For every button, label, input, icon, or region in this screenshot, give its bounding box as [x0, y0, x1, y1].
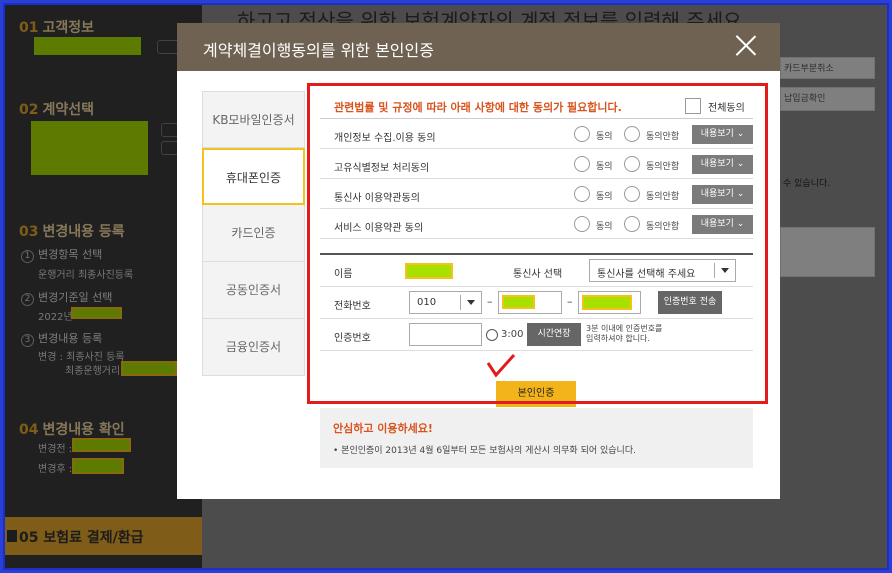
- modal-header: 계약체결이행동의를 위한 본인인증: [177, 23, 780, 71]
- info-title: 안심하고 이용하세요!: [333, 422, 433, 435]
- modal-title: 계약체결이행동의를 위한 본인인증: [203, 41, 434, 60]
- close-icon[interactable]: [734, 34, 758, 58]
- highlight-frame: [307, 83, 768, 404]
- tab-mobile-phone[interactable]: 휴대폰인증: [202, 148, 305, 205]
- info-text: • 본인인증이 2013년 4월 6일부터 모든 보험사의 게산시 의무화 되어…: [333, 446, 636, 456]
- tab-kb-mobile[interactable]: KB모바일인증서: [202, 91, 305, 148]
- auth-tabs: KB모바일인증서 휴대폰인증 카드인증 공동인증서 금융인증서: [202, 91, 305, 376]
- tab-joint-cert[interactable]: 공동인증서: [202, 262, 305, 319]
- tab-card[interactable]: 카드인증: [202, 205, 305, 262]
- info-box: 안심하고 이용하세요! • 본인인증이 2013년 4월 6일부터 모든 보험사…: [320, 408, 753, 468]
- app-frame: 01 고객정보 02 계약선택 03 변경내용 등록 1 변경항목 선택 운행거리 최종…: [3, 3, 889, 570]
- tab-financial-cert[interactable]: 금융인증서: [202, 319, 305, 376]
